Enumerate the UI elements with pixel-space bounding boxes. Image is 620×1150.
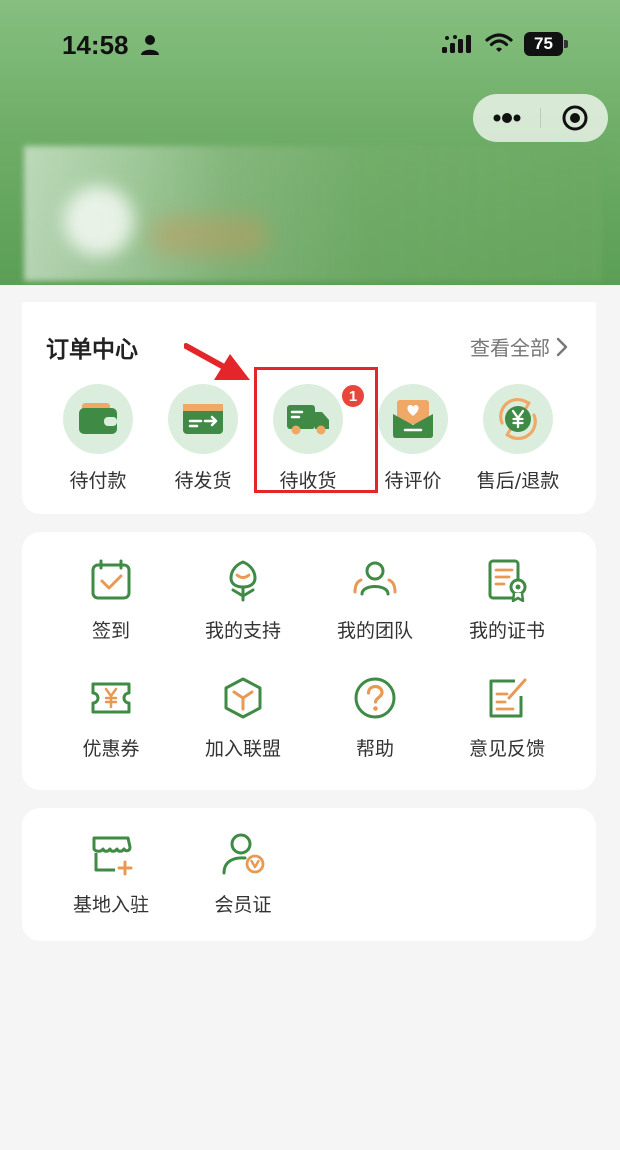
view-all-label: 查看全部: [470, 336, 550, 360]
tulip-icon: [229, 560, 257, 602]
grid-item-my-team[interactable]: 我的团队: [309, 558, 441, 658]
blurred-avatar: [64, 186, 134, 256]
grid-label: 加入联盟: [204, 738, 281, 760]
grid-label: 意见反馈: [468, 738, 545, 760]
blurred-name: [149, 216, 269, 256]
grid-item-feedback[interactable]: 意见反馈: [441, 676, 573, 776]
grid-item-base-settle[interactable]: 基地入驻: [45, 832, 177, 932]
grid-label: 会员证: [214, 894, 272, 916]
feedback-edit-icon: [489, 678, 527, 718]
cube-icon: [224, 677, 262, 719]
tools-card: 基地入驻 会员证: [22, 808, 596, 941]
person-icon: [141, 35, 159, 55]
order-label: 售后/退款: [476, 470, 560, 492]
grid-label: 我的支持: [204, 620, 281, 642]
heart-envelope-icon: [393, 400, 433, 438]
order-icon-bg: [63, 384, 133, 454]
help-icon: [354, 677, 396, 719]
header-banner: 14:58 75: [0, 0, 620, 285]
wallet-icon: [79, 403, 117, 434]
signal-icon: [442, 35, 471, 53]
order-after-sales[interactable]: 售后/退款: [465, 384, 571, 494]
coupon-icon: [91, 682, 131, 714]
services-card: 签到 我的支持 我的团队 我的证书 优惠券 加入联盟 帮助 意见反馈: [22, 532, 596, 790]
status-time: 14:58: [62, 30, 129, 60]
order-pending-payment[interactable]: 待付款: [45, 384, 151, 494]
battery-indicator: 75: [524, 32, 568, 56]
view-all-link[interactable]: 查看全部: [470, 332, 568, 361]
grid-item-member-card[interactable]: 会员证: [177, 832, 309, 932]
wifi-icon: [485, 33, 513, 52]
order-icon-bg: [483, 384, 553, 454]
certificate-icon: [488, 559, 527, 602]
yen-refresh-icon: [499, 397, 537, 441]
order-label: 待发货: [174, 470, 232, 492]
grid-item-my-certificates[interactable]: 我的证书: [441, 558, 573, 658]
order-icon-bg: [378, 384, 448, 454]
grid-label: 签到: [91, 620, 130, 642]
annotation-highlight-box: [254, 367, 378, 493]
status-bar: 14:58 75: [0, 0, 620, 90]
order-center-title: 订单中心: [46, 337, 138, 363]
calendar-check-icon: [91, 559, 131, 600]
chevron-right-icon: [556, 337, 568, 356]
order-pending-shipment[interactable]: 待发货: [150, 384, 256, 494]
team-icon: [353, 561, 397, 596]
miniprogram-capsule: [473, 94, 608, 142]
more-dots-icon[interactable]: [473, 94, 540, 142]
member-icon: [222, 833, 265, 875]
close-target-icon[interactable]: [541, 94, 608, 142]
grid-item-my-support[interactable]: 我的支持: [177, 558, 309, 658]
grid-label: 我的证书: [468, 620, 545, 642]
blurred-profile-area: [24, 146, 602, 281]
battery-cap: [564, 40, 568, 48]
shop-add-icon: [92, 836, 133, 876]
order-icon-bg: [168, 384, 238, 454]
grid-label: 优惠券: [82, 738, 140, 760]
grid-label: 基地入驻: [72, 894, 149, 916]
order-label: 待付款: [69, 470, 127, 492]
grid-label: 我的团队: [336, 620, 413, 642]
grid-item-checkin[interactable]: 签到: [45, 558, 177, 658]
grid-item-help[interactable]: 帮助: [309, 676, 441, 776]
annotation-arrow-icon: [184, 343, 250, 380]
battery-level: 75: [524, 32, 563, 56]
grid-item-coupons[interactable]: 优惠券: [45, 676, 177, 776]
grid-label: 帮助: [355, 738, 394, 760]
grid-item-join-alliance[interactable]: 加入联盟: [177, 676, 309, 776]
card-arrow-icon: [183, 404, 223, 434]
